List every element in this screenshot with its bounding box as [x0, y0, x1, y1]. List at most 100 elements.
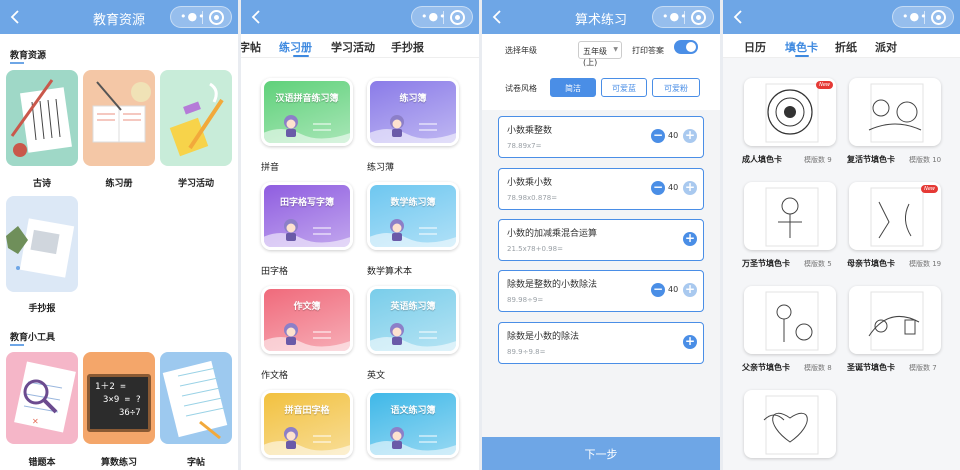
close-target-icon[interactable] [691, 10, 706, 25]
workbook-card-label: 田字格 [261, 267, 289, 277]
coloring-card[interactable] [849, 286, 941, 354]
tile-error-book[interactable]: ✕ [6, 352, 78, 444]
operation-example: 89.9÷9.8= [507, 348, 546, 356]
coloring-card[interactable] [744, 182, 836, 250]
operation-title: 小数乘整数 [507, 126, 553, 136]
coloring-preview-icon [868, 291, 924, 351]
workbook-card[interactable]: 练习簿 [367, 78, 459, 146]
tile-copybook[interactable] [160, 352, 232, 444]
coloring-card[interactable]: New [744, 78, 836, 146]
workbook-card-label: 拼音 [261, 163, 280, 173]
question-count: 40 [668, 285, 679, 294]
operation-item[interactable]: 小数乘小数 78.98x0.878= −40 + [498, 168, 704, 210]
tile-workbook[interactable] [83, 70, 155, 166]
girl-illustration-icon [370, 323, 456, 351]
tab-party[interactable]: 派对 [875, 39, 897, 55]
print-answers-label: 打印答案 [632, 46, 664, 55]
girl-illustration-icon [264, 427, 350, 455]
section-underline [10, 344, 24, 346]
coloring-card-name: 万圣节填色卡 [742, 259, 790, 268]
tile-handwritten-poster[interactable] [6, 196, 78, 292]
mini-program-capsule[interactable]: •●• [411, 6, 473, 28]
tab-copybook[interactable]: 字帖 [241, 39, 261, 55]
operation-title: 小数的加减乘混合运算 [507, 229, 598, 239]
operation-item[interactable]: 除数是整数的小数除法 89.98÷9= −40 + [498, 270, 704, 312]
tile-arithmetic-practice[interactable]: 1＋2 = 3×9 = ? 36÷7 [83, 352, 155, 444]
operation-example: 89.98÷9= [507, 296, 544, 304]
tile-poetry[interactable] [6, 70, 78, 166]
increase-button[interactable]: + [683, 129, 697, 143]
girl-illustration-icon [370, 219, 456, 247]
add-button[interactable]: + [683, 232, 697, 246]
decrease-button[interactable]: − [651, 129, 665, 143]
template-count: 模版数 5 [804, 260, 832, 268]
coloring-preview-icon [765, 187, 819, 247]
tab-origami[interactable]: 折纸 [835, 39, 857, 55]
svg-text:✕: ✕ [32, 417, 39, 426]
close-target-icon[interactable] [931, 10, 946, 25]
active-tab-indicator [293, 55, 309, 57]
close-target-icon[interactable] [209, 10, 224, 25]
print-answers-toggle[interactable] [674, 40, 698, 54]
poster-illustration-icon [6, 218, 75, 278]
workbook-card[interactable]: 数学练习簿 [367, 182, 459, 250]
back-arrow-icon[interactable] [731, 8, 747, 26]
tab-calendar[interactable]: 日历 [744, 39, 766, 55]
coloring-preview-icon [763, 395, 819, 455]
operation-title: 除数是小数的除法 [507, 332, 580, 342]
back-arrow-icon[interactable] [249, 8, 265, 26]
coloring-card[interactable]: New [849, 182, 941, 250]
workbook-card[interactable]: 汉语拼音练习簿 [261, 78, 353, 146]
coloring-card-name: 父亲节填色卡 [742, 363, 790, 372]
style-option-cute-blue[interactable]: 可爱蓝 [601, 78, 647, 97]
tab-bar: 日历 填色卡 折纸 派对 [723, 34, 960, 58]
workbook-card[interactable]: 语文练习簿 [367, 390, 459, 458]
tab-coloring-cards[interactable]: 填色卡 [785, 39, 818, 55]
coloring-card[interactable] [744, 286, 836, 354]
mini-program-capsule[interactable]: •●• [892, 6, 954, 28]
learning-illustration-icon [169, 82, 224, 157]
coloring-preview-icon [868, 83, 924, 143]
coloring-card[interactable] [849, 78, 941, 146]
workbook-card-label: 作文格 [261, 371, 289, 381]
add-button[interactable]: + [683, 335, 697, 349]
workbook-card[interactable]: 田字格写字簿 [261, 182, 353, 250]
grade-select[interactable]: 五年级(上) ▼ [578, 41, 622, 67]
mini-program-capsule[interactable]: •●• [652, 6, 714, 28]
tab-learning-activities[interactable]: 学习活动 [331, 39, 375, 55]
increase-button[interactable]: + [683, 181, 697, 195]
tile-label: 古诗 [32, 179, 51, 189]
decrease-button[interactable]: − [651, 181, 665, 195]
operation-example: 21.5x78+0.98= [507, 245, 563, 253]
operation-title: 小数乘小数 [507, 178, 553, 188]
workbook-card[interactable]: 英语练习簿 [367, 286, 459, 354]
operation-item[interactable]: 小数的加减乘混合运算 21.5x78+0.98= + [498, 219, 704, 261]
style-option-simple[interactable]: 简洁 [550, 78, 596, 97]
workbook-card[interactable]: 拼音田字格 [261, 390, 353, 458]
operation-item[interactable]: 除数是小数的除法 89.9÷9.8= + [498, 322, 704, 364]
mini-program-capsule[interactable]: •●• [170, 6, 232, 28]
girl-illustration-icon [264, 219, 350, 247]
operation-example: 78.98x0.878= [507, 194, 558, 202]
question-count: 40 [668, 183, 679, 192]
next-step-button[interactable]: 下一步 [482, 437, 720, 470]
tab-workbook[interactable]: 练习册 [279, 39, 312, 55]
workbook-card[interactable]: 作文簿 [261, 286, 353, 354]
template-count: 模版数 9 [804, 156, 832, 164]
panel-education-resources: 教育资源 •●• 教育资源 古诗 练习册 学习活动 手抄报 教育小工具 ✕ 错题… [0, 0, 238, 470]
template-count: 模版数 7 [909, 364, 937, 372]
tile-label: 算数练习 [100, 458, 137, 468]
decrease-button[interactable]: − [651, 283, 665, 297]
close-target-icon[interactable] [450, 10, 465, 25]
style-label: 试卷风格 [505, 84, 537, 93]
section-underline [10, 62, 24, 64]
tab-handwritten-poster[interactable]: 手抄报 [391, 39, 424, 55]
coloring-card[interactable] [744, 390, 836, 458]
tile-learning-activities[interactable] [160, 70, 232, 166]
tab-bar: 字帖 练习册 学习活动 手抄报 [241, 34, 479, 58]
increase-button[interactable]: + [683, 283, 697, 297]
operation-item[interactable]: 小数乘整数 78.89x7= −40 + [498, 116, 704, 158]
style-option-cute-pink[interactable]: 可爱粉 [652, 78, 700, 97]
workbook-card-label: 练习薄 [367, 163, 395, 173]
panel-coloring-cards: •●• 日历 填色卡 折纸 派对 New 成人填色卡 模版数 9 复活节填色卡 模版数 … [723, 0, 960, 470]
